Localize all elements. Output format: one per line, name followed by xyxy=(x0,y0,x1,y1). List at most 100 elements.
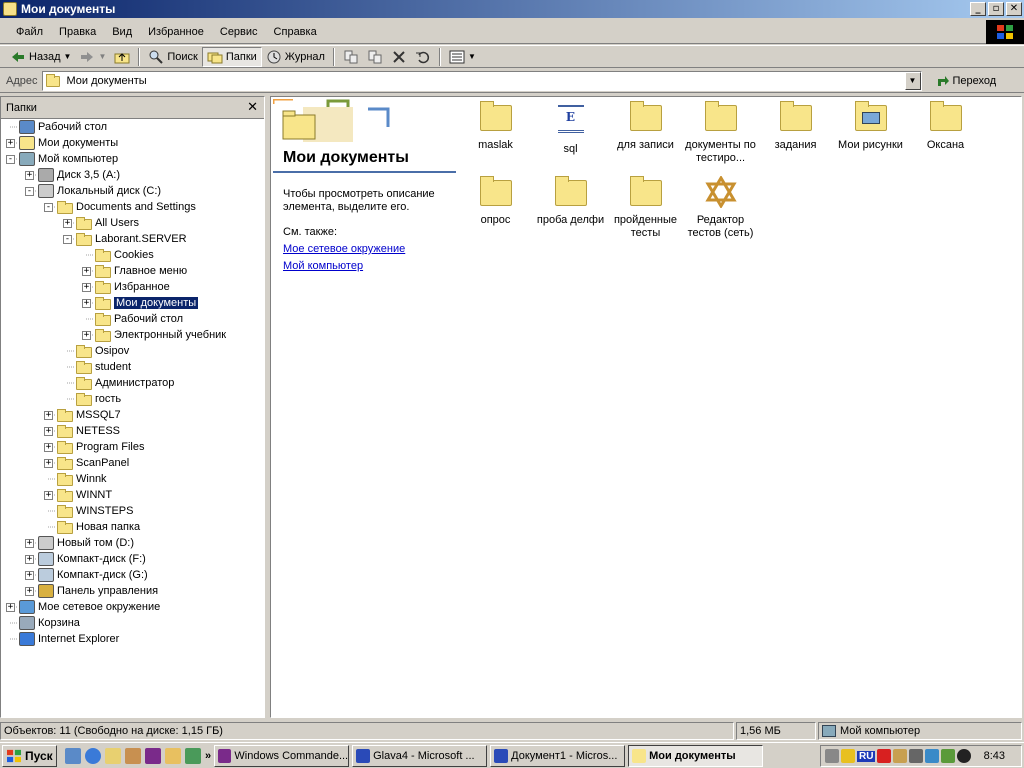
address-input[interactable]: Мои документы ▼ xyxy=(41,70,922,91)
pointer-icon[interactable] xyxy=(877,749,892,763)
task-glava4-word[interactable]: Glava4 - Microsoft ... xyxy=(352,744,488,767)
tree-item[interactable]: Winnk xyxy=(44,471,107,487)
tree-item[interactable]: - Documents and Settings xyxy=(44,199,196,215)
expand-icon[interactable]: + xyxy=(25,538,34,548)
file-item[interactable]: документы по тестиро... xyxy=(683,101,758,165)
minimize-button[interactable]: _ xyxy=(970,2,986,16)
expand-icon[interactable]: + xyxy=(82,330,91,340)
tree-item[interactable]: + Новый том (D:) xyxy=(25,535,134,551)
tree-item[interactable]: + Компакт-диск (F:) xyxy=(25,551,146,567)
expand-icon[interactable]: + xyxy=(44,442,53,452)
tree-item[interactable]: + Избранное xyxy=(82,279,170,295)
tree-item[interactable]: + Компакт-диск (G:) xyxy=(25,567,148,583)
floppy-save-icon[interactable] xyxy=(145,747,161,764)
tree-item[interactable]: Корзина xyxy=(6,615,80,631)
search-button[interactable]: Поиск xyxy=(144,47,201,67)
tree-item[interactable]: - Мой компьютер xyxy=(6,151,118,167)
file-item[interactable]: задания xyxy=(758,101,833,152)
tree-item[interactable]: гость xyxy=(63,391,121,407)
menu-help[interactable]: Справка xyxy=(266,26,325,38)
tree-item[interactable]: + WINNT xyxy=(44,487,112,503)
file-item[interactable]: Оксана xyxy=(908,101,983,152)
file-item[interactable]: пройденные тесты xyxy=(608,176,683,240)
antivirus-icon[interactable] xyxy=(941,749,956,763)
tree-item[interactable]: - Laborant.SERVER xyxy=(63,231,187,247)
forward-button[interactable]: ▼ xyxy=(75,47,110,67)
file-item[interactable]: Мои рисунки xyxy=(833,101,908,152)
network-globe-icon[interactable] xyxy=(185,747,201,764)
up-folder-button[interactable] xyxy=(110,47,134,67)
move-to-button[interactable] xyxy=(339,47,363,67)
file-item[interactable]: maslak xyxy=(458,101,533,152)
collapse-icon[interactable]: - xyxy=(25,186,34,196)
restore-button[interactable]: ▫ xyxy=(988,2,1004,16)
collapse-icon[interactable]: - xyxy=(63,234,72,244)
expand-icon[interactable]: + xyxy=(63,218,72,228)
link-network-places[interactable]: Мое сетевое окружение xyxy=(283,243,405,255)
expand-icon[interactable]: + xyxy=(6,602,15,612)
tree-item[interactable]: Рабочий стол xyxy=(82,311,183,327)
forward-dropdown-icon[interactable]: ▼ xyxy=(98,52,106,61)
expand-icon[interactable]: + xyxy=(44,458,53,468)
close-button[interactable]: ✕ xyxy=(1006,2,1022,16)
expand-icon[interactable]: + xyxy=(82,282,91,292)
file-item[interactable]: для записи xyxy=(608,101,683,152)
file-item[interactable]: Esql xyxy=(533,101,608,156)
views-button[interactable]: ▼ xyxy=(445,47,480,67)
menu-view[interactable]: Вид xyxy=(104,26,140,38)
tree-item[interactable]: + NETESS xyxy=(44,423,120,439)
tree-item[interactable]: + Панель управления xyxy=(25,583,158,599)
menu-favorites[interactable]: Избранное xyxy=(140,26,212,38)
internet-explorer-icon[interactable] xyxy=(85,747,101,764)
collapse-icon[interactable]: - xyxy=(6,154,15,164)
connection-icon[interactable] xyxy=(841,749,855,763)
tree-item[interactable]: WINSTEPS xyxy=(44,503,133,519)
task-document1-word[interactable]: Документ1 - Micros... xyxy=(490,744,626,767)
collapse-icon[interactable]: - xyxy=(44,202,53,212)
folders-button[interactable]: Папки xyxy=(201,46,262,67)
show-desktop-icon[interactable] xyxy=(65,747,81,764)
tree-item[interactable]: + MSSQL7 xyxy=(44,407,121,423)
printer-icon[interactable] xyxy=(909,749,924,763)
expand-icon[interactable]: + xyxy=(44,410,53,420)
go-button[interactable]: Переход xyxy=(936,74,996,88)
tree-item[interactable]: Администратор xyxy=(63,375,174,391)
user-icon[interactable] xyxy=(125,747,141,764)
views-dropdown-icon[interactable]: ▼ xyxy=(468,52,476,61)
back-dropdown-icon[interactable]: ▼ xyxy=(64,52,72,61)
panda-icon[interactable] xyxy=(957,749,972,763)
file-item[interactable]: проба делфи xyxy=(533,176,608,227)
undo-button[interactable] xyxy=(411,47,435,67)
tree-item[interactable]: + Program Files xyxy=(44,439,144,455)
file-item[interactable]: Редактор тестов (сеть) xyxy=(683,175,758,240)
tree-item[interactable]: + All Users xyxy=(63,215,139,231)
tree-item[interactable]: Osipov xyxy=(63,343,129,359)
tree-item[interactable]: - Локальный диск (C:) xyxy=(25,183,161,199)
tree-item[interactable]: + Мои документы xyxy=(82,295,199,311)
tree-item[interactable]: Internet Explorer xyxy=(6,631,119,647)
expand-icon[interactable]: + xyxy=(82,266,91,276)
close-icon[interactable]: ✕ xyxy=(247,100,258,115)
back-button[interactable]: Назад ▼ xyxy=(6,47,75,67)
task-my-documents[interactable]: Мои документы xyxy=(628,744,764,767)
address-dropdown-icon[interactable]: ▼ xyxy=(904,71,921,90)
expand-icon[interactable]: + xyxy=(25,570,34,580)
tree-item[interactable]: + Диск 3,5 (A:) xyxy=(25,167,120,183)
clock[interactable]: 8:43 xyxy=(984,750,1005,762)
menu-tools[interactable]: Сервис xyxy=(212,26,266,38)
notepad-icon[interactable] xyxy=(105,747,121,764)
star-of-david-icon[interactable] xyxy=(165,747,181,764)
expand-icon[interactable]: + xyxy=(44,490,53,500)
language-indicator[interactable]: RU xyxy=(857,750,876,762)
history-button[interactable]: Журнал xyxy=(262,47,329,67)
tree-item[interactable]: + ScanPanel xyxy=(44,455,129,471)
tree-item[interactable]: Новая папка xyxy=(44,519,140,535)
tree-item[interactable]: student xyxy=(63,359,131,375)
start-button[interactable]: Пуск xyxy=(2,744,57,767)
tree-item[interactable]: + Электронный учебник xyxy=(82,327,226,343)
tree-item[interactable]: + Мои документы xyxy=(6,135,118,151)
chevron-right-icon[interactable]: » xyxy=(205,750,211,762)
tree-item[interactable]: Рабочий стол xyxy=(6,119,107,135)
expand-icon[interactable]: + xyxy=(25,170,34,180)
copy-to-button[interactable] xyxy=(363,47,387,67)
